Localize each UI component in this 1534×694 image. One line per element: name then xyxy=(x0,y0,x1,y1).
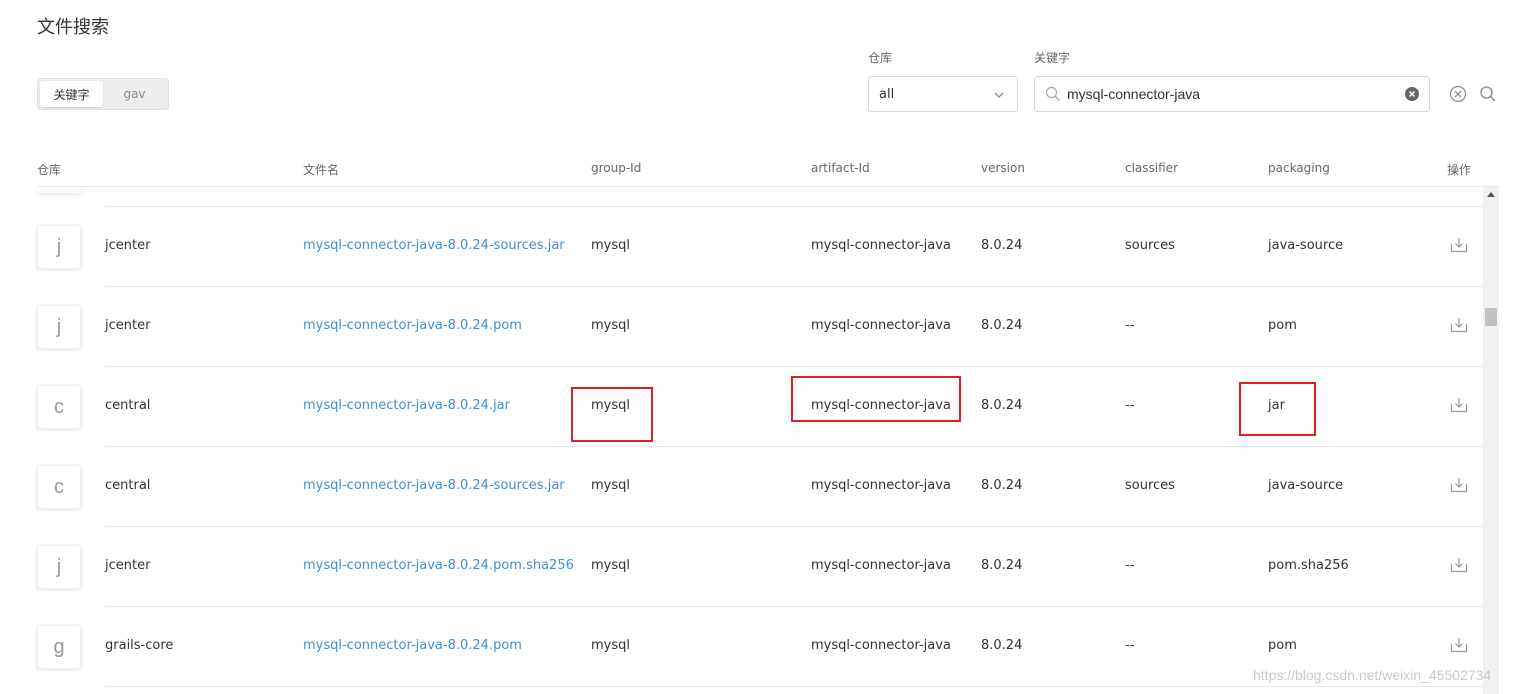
repo-cell: central xyxy=(105,398,151,413)
col-actions: 操作 xyxy=(1447,163,1472,177)
artifact-id-cell: mysql-connector-java xyxy=(811,558,951,573)
keyword-input[interactable] xyxy=(1067,83,1397,105)
col-repo: 仓库 xyxy=(37,163,62,177)
repo-filter-label: 仓库 xyxy=(868,51,893,65)
download-icon[interactable] xyxy=(1450,476,1468,494)
keyword-search-box xyxy=(1034,76,1430,112)
group-id-cell: mysql xyxy=(591,478,630,493)
repo-avatar: j xyxy=(37,225,81,269)
repo-avatar: c xyxy=(37,465,81,509)
artifact-id-cell: mysql-connector-java xyxy=(811,478,951,493)
repo-select-value: all xyxy=(879,86,895,102)
filename-link[interactable]: mysql-connector-java-8.0.24-sources.jar xyxy=(303,478,565,493)
download-icon[interactable] xyxy=(1450,236,1468,254)
table-scrollbar[interactable] xyxy=(1483,187,1499,694)
version-cell: 8.0.24 xyxy=(981,318,1023,333)
table-row[interactable]: j jcenter mysql-connector-java-8.0.24.po… xyxy=(0,527,1490,607)
packaging-cell: java-source xyxy=(1268,478,1344,493)
highlight-box-packaging xyxy=(1239,382,1316,436)
version-cell: 8.0.24 xyxy=(981,478,1023,493)
classifier-cell: -- xyxy=(1125,318,1135,333)
group-id-cell: mysql xyxy=(591,318,630,333)
classifier-cell: sources xyxy=(1125,478,1175,493)
packaging-cell: pom xyxy=(1268,318,1297,333)
filename-link[interactable]: mysql-connector-java-8.0.24.pom.sha256 xyxy=(303,558,574,573)
chevron-down-icon xyxy=(994,92,1004,98)
mode-gav-button[interactable]: gav xyxy=(103,81,166,107)
repo-avatar: g xyxy=(37,625,81,669)
repo-cell: jcenter xyxy=(105,318,151,333)
search-icon[interactable] xyxy=(1479,85,1497,103)
repo-avatar: j xyxy=(37,305,81,349)
table-row[interactable]: j jcenter mysql-connector-java-8.0.24.po… xyxy=(0,287,1490,367)
table-row[interactable]: j jcenter mysql-connector-java-8.0.24-so… xyxy=(0,207,1490,287)
mode-keyword-button[interactable]: 关键字 xyxy=(40,81,103,107)
watermark: https://blog.csdn.net/weixin_45502734 xyxy=(1253,667,1492,683)
filename-link[interactable]: mysql-connector-java-8.0.24-sources.jar xyxy=(303,238,565,253)
search-mode-toggle: 关键字 gav xyxy=(37,78,169,110)
download-icon[interactable] xyxy=(1450,316,1468,334)
repo-avatar: c xyxy=(37,385,81,429)
classifier-cell: -- xyxy=(1125,398,1135,413)
repo-avatar: j xyxy=(37,545,81,589)
col-classifier: classifier xyxy=(1125,161,1178,175)
scrollbar-thumb[interactable] xyxy=(1485,308,1497,326)
filename-link[interactable]: mysql-connector-java-8.0.24.pom xyxy=(303,318,522,333)
keyword-filter-label: 关键字 xyxy=(1034,51,1071,65)
group-id-cell: mysql xyxy=(591,638,630,653)
filename-link[interactable]: mysql-connector-java-8.0.24.jar xyxy=(303,398,510,413)
version-cell: 8.0.24 xyxy=(981,558,1023,573)
artifact-id-cell: mysql-connector-java xyxy=(811,318,951,333)
packaging-cell: java-source xyxy=(1268,238,1344,253)
artifact-id-cell: mysql-connector-java xyxy=(811,238,951,253)
page-title: 文件搜索 xyxy=(37,17,109,38)
version-cell: 8.0.24 xyxy=(981,398,1023,413)
classifier-cell: -- xyxy=(1125,558,1135,573)
repo-cell: jcenter xyxy=(105,558,151,573)
packaging-cell: pom.sha256 xyxy=(1268,558,1349,573)
col-artifact-id: artifact-Id xyxy=(811,161,870,175)
clear-icon[interactable] xyxy=(1405,87,1419,101)
download-icon[interactable] xyxy=(1450,636,1468,654)
download-icon[interactable] xyxy=(1450,396,1468,414)
download-icon[interactable] xyxy=(1450,556,1468,574)
packaging-cell: pom xyxy=(1268,638,1297,653)
highlight-box-group-id xyxy=(571,387,653,442)
reset-circle-icon[interactable] xyxy=(1449,85,1467,103)
repo-cell: central xyxy=(105,478,151,493)
scroll-up-arrow-icon[interactable] xyxy=(1487,192,1495,197)
partial-row-avatar xyxy=(37,187,81,193)
header-divider xyxy=(37,186,1499,187)
repo-select[interactable]: all xyxy=(868,76,1018,112)
col-filename: 文件名 xyxy=(303,163,340,177)
version-cell: 8.0.24 xyxy=(981,238,1023,253)
group-id-cell: mysql xyxy=(591,558,630,573)
col-packaging: packaging xyxy=(1268,161,1330,175)
table-row[interactable]: c central mysql-connector-java-8.0.24-so… xyxy=(0,447,1490,527)
col-version: version xyxy=(981,161,1025,175)
classifier-cell: sources xyxy=(1125,238,1175,253)
classifier-cell: -- xyxy=(1125,638,1135,653)
highlight-box-artifact-id xyxy=(791,376,961,422)
group-id-cell: mysql xyxy=(591,238,630,253)
repo-cell: grails-core xyxy=(105,638,174,653)
version-cell: 8.0.24 xyxy=(981,638,1023,653)
filename-link[interactable]: mysql-connector-java-8.0.24.pom xyxy=(303,638,522,653)
artifact-id-cell: mysql-connector-java xyxy=(811,638,951,653)
search-icon xyxy=(1045,86,1060,101)
col-group-id: group-Id xyxy=(591,161,642,175)
table-header: 仓库 文件名 group-Id artifact-Id version clas… xyxy=(0,150,1534,186)
repo-cell: jcenter xyxy=(105,238,151,253)
